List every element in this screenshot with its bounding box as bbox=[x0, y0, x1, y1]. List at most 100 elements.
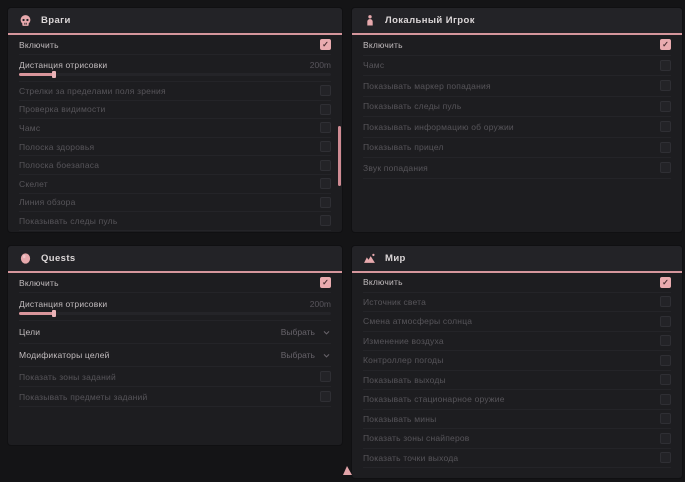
checkbox[interactable] bbox=[320, 197, 331, 208]
checkbox[interactable] bbox=[660, 101, 671, 112]
row-label: Показывать прицел bbox=[363, 142, 444, 152]
checkbox[interactable] bbox=[320, 391, 331, 402]
settings-row: Показывать выходы bbox=[363, 371, 671, 391]
row-label: Показывать выходы bbox=[363, 375, 446, 385]
settings-row: Включить✓ bbox=[19, 273, 331, 293]
dropdown-select[interactable]: Выбрать bbox=[281, 350, 331, 360]
checkbox[interactable] bbox=[660, 433, 671, 444]
row-label: Контроллер погоды bbox=[363, 355, 444, 365]
settings-row: Показывать мины bbox=[363, 410, 671, 430]
settings-row: Полоска здоровья bbox=[19, 138, 331, 157]
panel-world: Мир Включить ✓ Источник света Смена атмосфе… bbox=[352, 246, 682, 478]
panel-body: Включить ✓ Источник света Смена атмосферы с… bbox=[352, 273, 682, 468]
checkbox[interactable] bbox=[320, 141, 331, 152]
dropdown-value: Выбрать bbox=[281, 350, 315, 360]
dropdown-select[interactable]: Выбрать bbox=[281, 327, 331, 337]
slider-track[interactable] bbox=[19, 312, 331, 315]
checkbox[interactable] bbox=[660, 121, 671, 132]
row-label: Дистанция отрисовки bbox=[19, 60, 107, 70]
checkbox[interactable]: ✓ bbox=[320, 277, 331, 288]
checkbox[interactable] bbox=[320, 178, 331, 189]
panel-title: Локальный Игрок bbox=[385, 15, 475, 26]
checkbox[interactable] bbox=[320, 104, 331, 115]
row-label: Показать зоны заданий bbox=[19, 372, 116, 382]
slider-track[interactable] bbox=[19, 73, 331, 76]
settings-row: Звук попадания bbox=[363, 158, 671, 179]
checkbox[interactable] bbox=[660, 413, 671, 424]
slider-thumb[interactable] bbox=[52, 310, 56, 317]
checkbox[interactable]: ✓ bbox=[660, 277, 671, 288]
checkbox[interactable] bbox=[660, 335, 671, 346]
settings-row: Стрелки за пределами поля зрения bbox=[19, 82, 331, 101]
settings-row: Включить✓ bbox=[363, 35, 671, 56]
row-label: Показывать предметы заданий bbox=[19, 392, 147, 402]
person-icon bbox=[363, 14, 376, 27]
settings-row: Источник света bbox=[363, 293, 671, 313]
checkbox[interactable] bbox=[660, 60, 671, 71]
mouse-cursor-pointer bbox=[343, 466, 352, 475]
row-label: Источник света bbox=[363, 297, 426, 307]
row-label: Включить bbox=[19, 40, 59, 50]
checkbox[interactable] bbox=[320, 85, 331, 96]
checkbox[interactable]: ✓ bbox=[660, 39, 671, 50]
panel-header[interactable]: Мир bbox=[352, 246, 682, 273]
settings-row: Цели Выбрать bbox=[19, 321, 331, 344]
slider-thumb[interactable] bbox=[52, 71, 56, 78]
settings-row: Показывать следы пуль bbox=[363, 97, 671, 118]
slider-fill bbox=[19, 73, 55, 76]
checkbox[interactable]: ✓ bbox=[320, 39, 331, 50]
row-label: Полоска боезапаса bbox=[19, 160, 99, 170]
panel-header[interactable]: Враги bbox=[8, 8, 342, 35]
checkbox[interactable] bbox=[660, 355, 671, 366]
settings-row: Проверка видимости bbox=[19, 101, 331, 120]
checkbox[interactable] bbox=[660, 80, 671, 91]
row-label: Проверка видимости bbox=[19, 104, 105, 114]
row-label: Показывать следы пуль bbox=[19, 216, 117, 226]
mountain-icon bbox=[363, 252, 376, 265]
row-label: Показывать информацию об оружии bbox=[363, 122, 514, 132]
checkbox[interactable] bbox=[660, 142, 671, 153]
row-label: Изменение воздуха bbox=[363, 336, 444, 346]
checkbox[interactable] bbox=[660, 452, 671, 463]
settings-row: Включить ✓ bbox=[363, 273, 671, 293]
settings-row: Контроллер погоды bbox=[363, 351, 671, 371]
settings-row: Показать зоны заданий bbox=[19, 367, 331, 387]
checkbox[interactable] bbox=[660, 162, 671, 173]
panel-body: Включить✓Дистанция отрисовки200m Цели Выбр… bbox=[8, 273, 342, 407]
chevron-down-icon bbox=[322, 328, 331, 337]
checkbox[interactable] bbox=[660, 374, 671, 385]
settings-row: Показывать следы пуль bbox=[19, 212, 331, 231]
checkbox[interactable] bbox=[660, 296, 671, 307]
settings-row: Показывать информацию об оружии bbox=[363, 117, 671, 138]
skull-icon bbox=[19, 14, 32, 27]
checkbox[interactable] bbox=[320, 160, 331, 171]
panel-header[interactable]: Локальный Игрок bbox=[352, 8, 682, 35]
dropdown-value: Выбрать bbox=[281, 327, 315, 337]
row-label: Скелет bbox=[19, 179, 48, 189]
row-label: Цели bbox=[19, 327, 40, 337]
panel-header[interactable]: Quests bbox=[8, 246, 342, 273]
settings-row: Дистанция отрисовки200m bbox=[19, 293, 331, 321]
row-label: Показывать маркер попадания bbox=[363, 81, 491, 91]
settings-row: Показать зоны снайперов bbox=[363, 429, 671, 449]
settings-row: Показывать прицел bbox=[363, 138, 671, 159]
slider-value: 200m bbox=[310, 60, 331, 70]
settings-row: Модификаторы целей Выбрать bbox=[19, 344, 331, 367]
checkbox[interactable] bbox=[660, 316, 671, 327]
row-label: Показывать следы пуль bbox=[363, 101, 461, 111]
row-label: Включить bbox=[363, 277, 403, 287]
quest-icon bbox=[19, 252, 32, 265]
checkbox[interactable] bbox=[320, 371, 331, 382]
settings-row: Показать точки выхода bbox=[363, 449, 671, 469]
settings-row: Линия обзора bbox=[19, 194, 331, 213]
panel-title: Quests bbox=[41, 253, 76, 264]
row-label: Смена атмосферы солнца bbox=[363, 316, 472, 326]
checkbox[interactable] bbox=[320, 215, 331, 226]
checkbox[interactable] bbox=[660, 394, 671, 405]
row-label: Модификаторы целей bbox=[19, 350, 110, 360]
checkbox[interactable] bbox=[320, 122, 331, 133]
row-label: Стрелки за пределами поля зрения bbox=[19, 86, 166, 96]
panel-title: Мир bbox=[385, 253, 406, 264]
scrollbar-thumb[interactable] bbox=[338, 126, 341, 186]
settings-row: Показывать маркер попадания bbox=[363, 76, 671, 97]
